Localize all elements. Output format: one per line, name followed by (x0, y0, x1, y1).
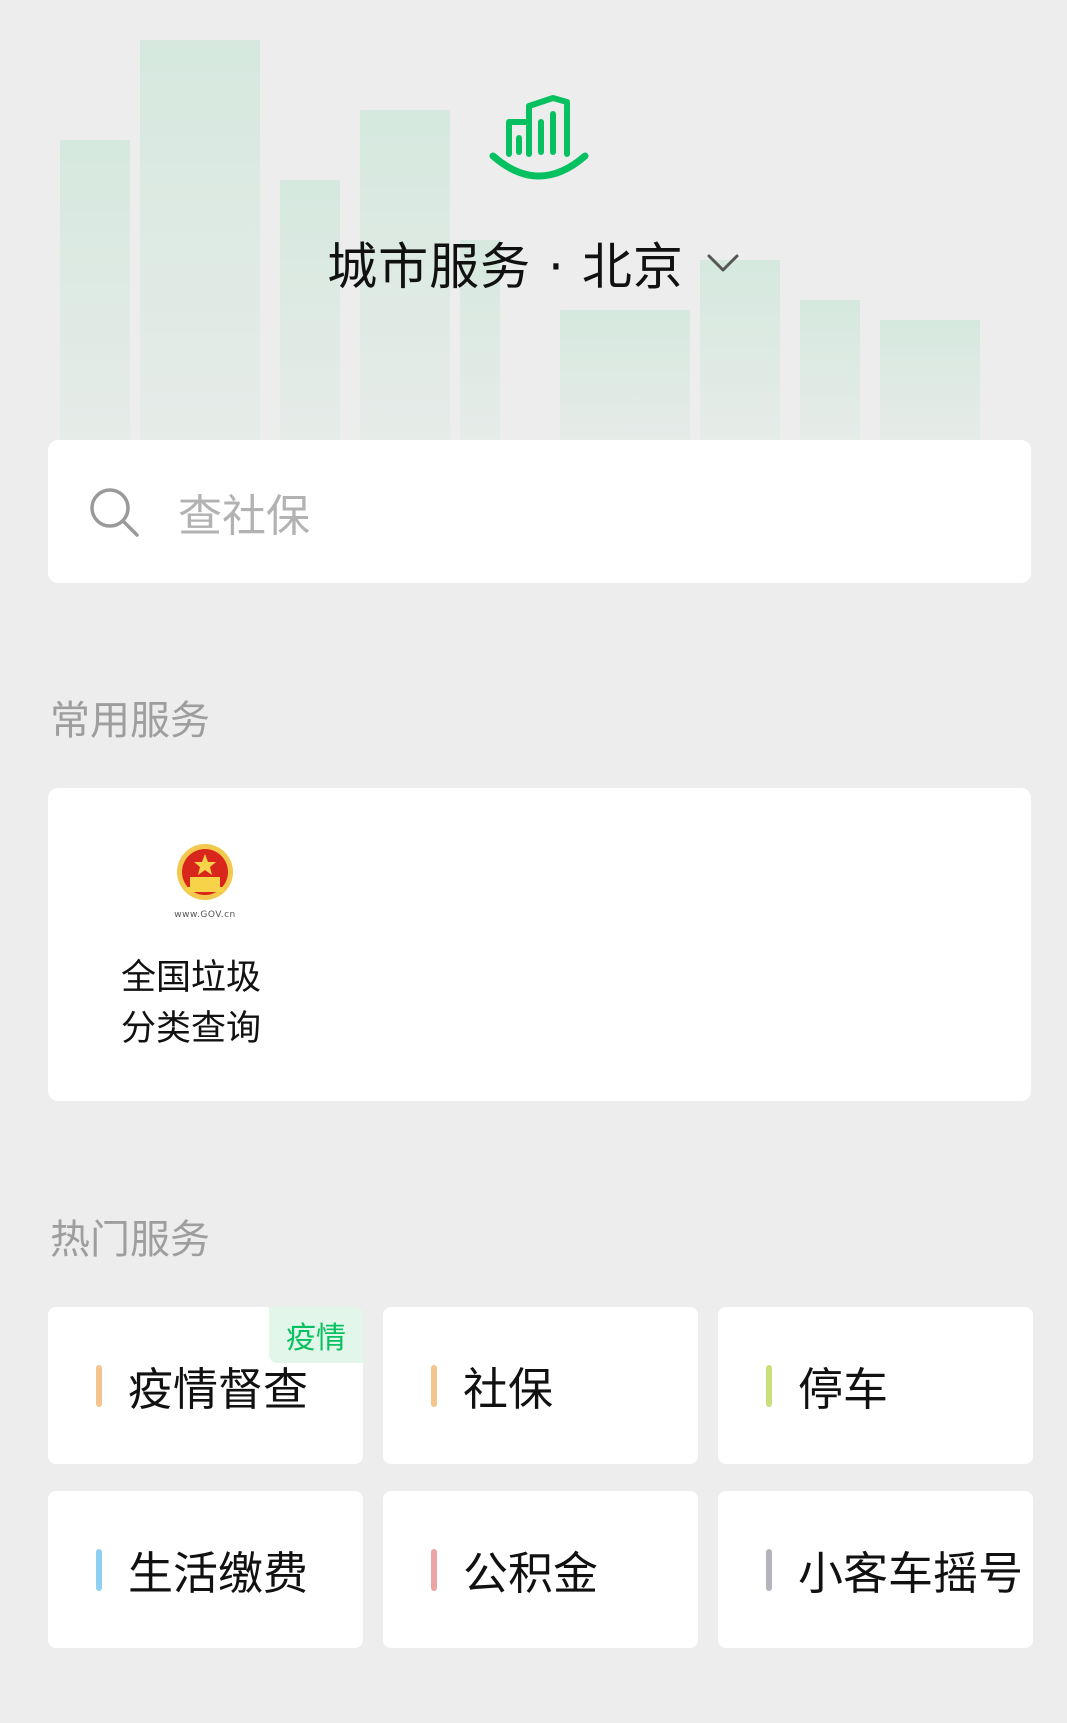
status-badge: 疫情 (269, 1307, 363, 1363)
hot-service-social-security[interactable]: 社保 (383, 1307, 698, 1464)
hot-service-housing-fund[interactable]: 公积金 (383, 1491, 698, 1648)
color-bar (431, 1364, 437, 1407)
hot-services-heading: 热门服务 (50, 1217, 210, 1263)
hot-service-label: 公积金 (463, 1547, 599, 1600)
search-icon (90, 487, 139, 537)
page-title: 城市服务 · 北京 (327, 238, 684, 296)
common-services-card: www.GOV.cn 全国垃圾 分类查询 (48, 788, 1031, 1101)
hot-service-label: 停车 (798, 1363, 889, 1416)
chevron-down-icon[interactable] (706, 252, 740, 274)
common-services-heading: 常用服务 (50, 698, 210, 744)
hot-service-label: 社保 (463, 1363, 554, 1416)
service-tile-garbage-sorting[interactable]: www.GOV.cn 全国垃圾 分类查询 (98, 818, 328, 1078)
color-bar (766, 1548, 772, 1591)
hot-service-car-lottery[interactable]: 小客车摇号 (718, 1491, 1033, 1648)
hot-service-label: 生活缴费 (128, 1547, 309, 1600)
search-input[interactable]: 查社保 (48, 440, 1031, 583)
service-tile-label: 全国垃圾 分类查询 (121, 958, 262, 1049)
hot-service-epidemic[interactable]: 疫情督查 疫情 (48, 1307, 363, 1464)
hot-service-parking[interactable]: 停车 (718, 1307, 1033, 1464)
hot-service-utility-bills[interactable]: 生活缴费 (48, 1491, 363, 1648)
city-building-icon (489, 95, 589, 180)
color-bar (96, 1548, 102, 1591)
search-placeholder: 查社保 (178, 490, 310, 542)
emblem-caption: www.GOV.cn (174, 910, 236, 920)
national-emblem-icon: www.GOV.cn (140, 840, 270, 924)
city-skyline-background (0, 0, 1067, 440)
city-selector[interactable]: 城市服务 · 北京 (0, 228, 1067, 298)
color-bar (766, 1364, 772, 1407)
color-bar (431, 1548, 437, 1591)
color-bar (96, 1364, 102, 1407)
hot-service-label: 小客车摇号 (798, 1547, 1024, 1600)
